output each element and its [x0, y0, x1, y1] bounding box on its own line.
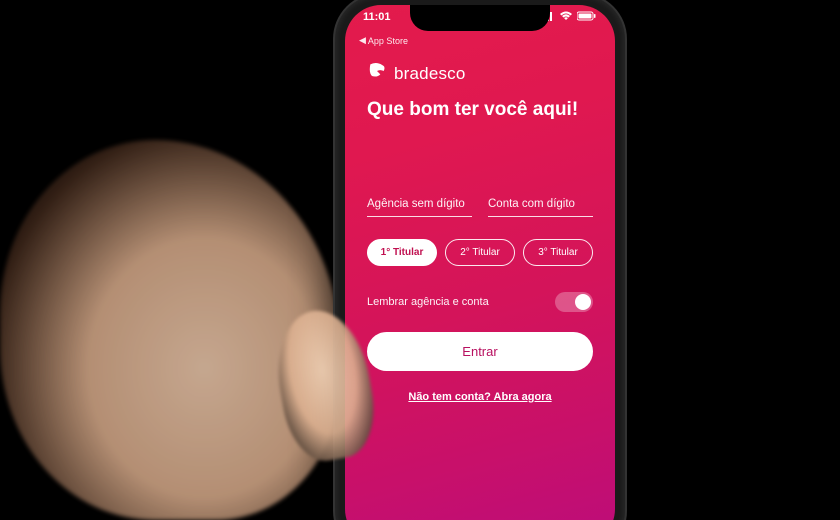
login-content: bradesco Que bom ter você aqui! Agência …	[345, 5, 615, 403]
phone-frame: 11:01 ◀ App Store	[335, 0, 625, 520]
titular-selector: 1° Titular 2° Titular 3° Titular	[367, 239, 593, 266]
titular-3-button[interactable]: 3° Titular	[523, 239, 593, 266]
agencia-input[interactable]: Agência sem dígito	[367, 192, 472, 217]
photo-scene: 11:01 ◀ App Store	[0, 0, 840, 520]
toggle-knob	[575, 294, 591, 310]
phone-notch	[410, 5, 550, 31]
wifi-icon	[559, 11, 573, 24]
battery-icon	[577, 11, 597, 24]
titular-2-button[interactable]: 2° Titular	[445, 239, 515, 266]
conta-input[interactable]: Conta com dígito	[488, 192, 593, 217]
brand-row: bradesco	[367, 61, 593, 86]
brand-name: bradesco	[394, 64, 466, 84]
back-to-appstore[interactable]: ◀ App Store	[359, 35, 408, 46]
bradesco-logo-icon	[367, 61, 387, 86]
credential-fields: Agência sem dígito Conta com dígito	[367, 192, 593, 217]
signup-link[interactable]: Não tem conta? Abra agora	[367, 391, 593, 403]
login-button[interactable]: Entrar	[367, 332, 593, 371]
remember-row: Lembrar agência e conta	[367, 292, 593, 312]
welcome-headline: Que bom ter você aqui!	[367, 98, 593, 122]
remember-label: Lembrar agência e conta	[367, 296, 489, 308]
chevron-left-icon: ◀	[359, 35, 366, 46]
app-screen: 11:01 ◀ App Store	[345, 5, 615, 520]
titular-1-button[interactable]: 1° Titular	[367, 239, 437, 266]
status-time: 11:01	[363, 11, 391, 24]
remember-toggle[interactable]	[555, 292, 593, 312]
